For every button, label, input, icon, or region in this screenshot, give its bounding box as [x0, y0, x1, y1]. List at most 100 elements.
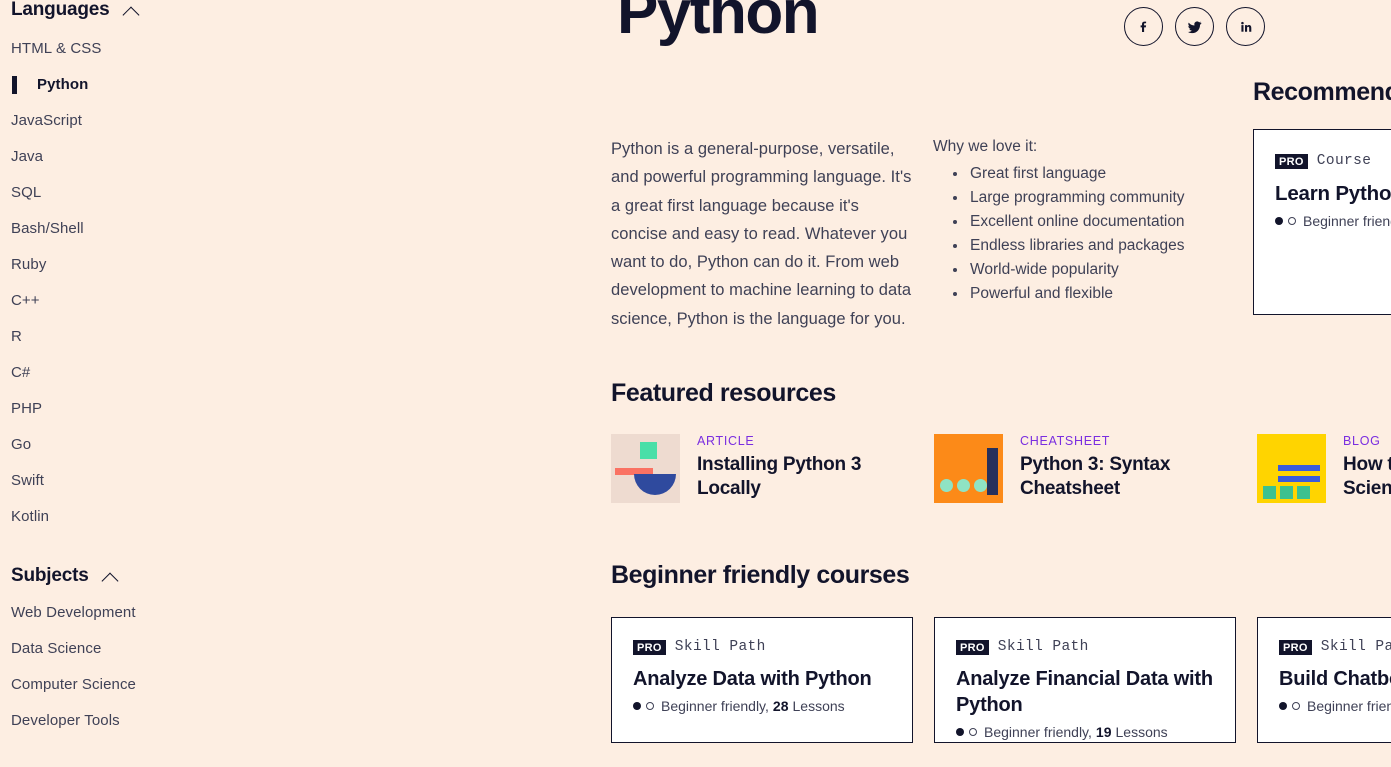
list-item: Large programming community: [968, 186, 1233, 210]
python-description: Python is a general-purpose, versatile, …: [611, 140, 912, 328]
sidebar-group-languages: Languages HTML & CSS Python JavaScript J…: [11, 0, 300, 535]
sidebar-item-label: PHP: [11, 400, 43, 417]
beginner-courses-row: PRO Skill Path Analyze Data with Python …: [611, 617, 1391, 744]
card-title: Build Chatbots with Python: [1279, 668, 1391, 691]
card-meta: Beginner friendly, 22 Lessons: [1279, 696, 1391, 716]
difficulty-dots-icon: [956, 728, 977, 737]
sidebar-item-java[interactable]: Java: [11, 139, 300, 175]
sidebar-item-javascript[interactable]: JavaScript: [11, 103, 300, 139]
why-we-love-it-block: Why we love it: Great first language Lar…: [933, 135, 1233, 333]
recommended-course-card[interactable]: PRO Course Learn Python 3 Beginner frien…: [1253, 129, 1391, 315]
resource-card-blog[interactable]: BLOG How to Build a Data Science Portfol…: [1257, 434, 1391, 504]
main-content: Python Python is a general-purpose, vers…: [300, 0, 1391, 767]
social-share-group: [1124, 7, 1265, 46]
sidebar-item-label: R: [11, 328, 22, 345]
chevron-up-icon[interactable]: [102, 571, 121, 582]
sidebar-item-label: Web Development: [11, 604, 136, 621]
sidebar-item-csharp[interactable]: C#: [11, 355, 300, 391]
beginner-courses-section: Beginner friendly courses PRO Skill Path…: [611, 561, 1391, 744]
sidebar-item-label: Java: [11, 148, 44, 165]
card-title: Analyze Financial Data with Python: [956, 668, 1213, 717]
sidebar-item-kotlin[interactable]: Kotlin: [11, 499, 300, 535]
facebook-share-button[interactable]: [1124, 7, 1163, 46]
sidebar-group-subjects: Subjects Web Development Data Science Co…: [11, 565, 300, 739]
resource-kicker: BLOG: [1343, 434, 1381, 449]
card-title: Learn Python 3: [1275, 182, 1391, 205]
recommended-section: Recommended PRO Course Learn Python 3 Be…: [1253, 78, 1391, 315]
sidebar-item-label: Go: [11, 436, 32, 453]
twitter-icon: [1185, 17, 1204, 36]
catalog-page: Languages HTML & CSS Python JavaScript J…: [0, 0, 1391, 767]
linkedin-share-button[interactable]: [1226, 7, 1265, 46]
sidebar-group-subjects-header[interactable]: Subjects: [11, 565, 300, 587]
twitter-share-button[interactable]: [1175, 7, 1214, 46]
resource-card-article[interactable]: ARTICLE Installing Python 3 Locally: [611, 434, 913, 504]
sidebar-item-label: Developer Tools: [11, 712, 120, 729]
sidebar-item-label: HTML & CSS: [11, 40, 102, 57]
sidebar-item-developer-tools[interactable]: Developer Tools: [11, 703, 300, 739]
sidebar-item-web-development[interactable]: Web Development: [11, 595, 300, 631]
list-item: Powerful and flexible: [968, 282, 1233, 306]
resource-title: How to Build a Data Science Portfolio: [1343, 454, 1391, 500]
card-kicker: PRO Skill Path: [633, 638, 892, 656]
sidebar-group-languages-header[interactable]: Languages: [11, 0, 300, 21]
sidebar-item-label: Kotlin: [11, 508, 50, 525]
difficulty-label: Beginner friendly,: [1307, 698, 1391, 715]
featured-resources-section: Featured resources ARTICLE Installing Py…: [611, 379, 1391, 504]
difficulty-dots-icon: [633, 702, 654, 711]
resource-kicker: CHEATSHEET: [1020, 434, 1111, 449]
resource-kicker: ARTICLE: [697, 434, 755, 449]
resource-body: CHEATSHEET Python 3: Syntax Cheatsheet: [1020, 434, 1236, 501]
sidebar-item-html-css[interactable]: HTML & CSS: [11, 31, 300, 67]
sidebar-item-data-science[interactable]: Data Science: [11, 631, 300, 667]
card-type-label: Skill Path: [1320, 639, 1391, 656]
sidebar-item-ruby[interactable]: Ruby: [11, 247, 300, 283]
resource-body: BLOG How to Build a Data Science Portfol…: [1343, 434, 1391, 501]
sidebar-item-bash-shell[interactable]: Bash/Shell: [11, 211, 300, 247]
sidebar-item-label: C#: [11, 364, 31, 381]
card-meta: Beginner friendly, 19 Lessons: [956, 722, 1215, 742]
facebook-icon: [1135, 18, 1153, 36]
sidebar-item-python[interactable]: Python: [11, 67, 300, 103]
pro-badge: PRO: [1275, 153, 1308, 169]
article-thumbnail-icon: [611, 434, 680, 504]
recommended-title: Recommended: [1253, 78, 1391, 106]
sidebar-item-php[interactable]: PHP: [11, 391, 300, 427]
sidebar-item-go[interactable]: Go: [11, 427, 300, 463]
card-kicker: PRO Course: [1275, 152, 1391, 170]
cheatsheet-thumbnail-icon: [934, 434, 1003, 504]
list-item: Great first language: [968, 162, 1233, 186]
sidebar-item-label: Data Science: [11, 640, 102, 657]
sidebar-group-subjects-title: Subjects: [11, 565, 89, 586]
sidebar-languages-list: HTML & CSS Python JavaScript Java SQL Ba…: [11, 31, 300, 535]
sidebar-item-r[interactable]: R: [11, 319, 300, 355]
pro-badge: PRO: [956, 639, 989, 655]
course-card-build-chatbots[interactable]: PRO Skill Path Build Chatbots with Pytho…: [1257, 617, 1391, 744]
sidebar-item-computer-science[interactable]: Computer Science: [11, 667, 300, 703]
card-title: Analyze Data with Python: [633, 668, 872, 691]
content-area: Python is a general-purpose, versatile, …: [611, 70, 1391, 744]
sidebar-item-cpp[interactable]: C++: [11, 283, 300, 319]
sidebar-item-label: Ruby: [11, 256, 47, 273]
featured-resources-title: Featured resources: [611, 379, 836, 408]
difficulty-label: Beginner friendly,: [1303, 213, 1391, 229]
sidebar-item-label: C++: [11, 292, 40, 309]
difficulty-label: Beginner friendly,: [984, 724, 1092, 741]
sidebar-subjects-list: Web Development Data Science Computer Sc…: [11, 595, 300, 739]
difficulty-dots-icon: [1275, 217, 1296, 225]
card-meta: Beginner friendly, 28 Lessons: [633, 696, 892, 716]
resource-card-cheatsheet[interactable]: CHEATSHEET Python 3: Syntax Cheatsheet: [934, 434, 1236, 504]
sidebar-item-sql[interactable]: SQL: [11, 175, 300, 211]
course-card-analyze-data[interactable]: PRO Skill Path Analyze Data with Python …: [611, 617, 913, 744]
card-meta: Beginner friendly, 18 Lessons: [1275, 211, 1391, 231]
sidebar-item-label: Computer Science: [11, 676, 136, 693]
resource-body: ARTICLE Installing Python 3 Locally: [697, 434, 913, 501]
course-card-analyze-financial-data[interactable]: PRO Skill Path Analyze Financial Data wi…: [934, 617, 1236, 744]
sidebar-item-swift[interactable]: Swift: [11, 463, 300, 499]
chevron-up-icon[interactable]: [123, 5, 142, 16]
sidebar-item-label: Bash/Shell: [11, 220, 84, 237]
card-type-label: Course: [1316, 153, 1372, 169]
list-item: Endless libraries and packages: [968, 234, 1233, 258]
sidebar-group-languages-title: Languages: [11, 0, 110, 20]
hero: Python: [306, 0, 1391, 70]
